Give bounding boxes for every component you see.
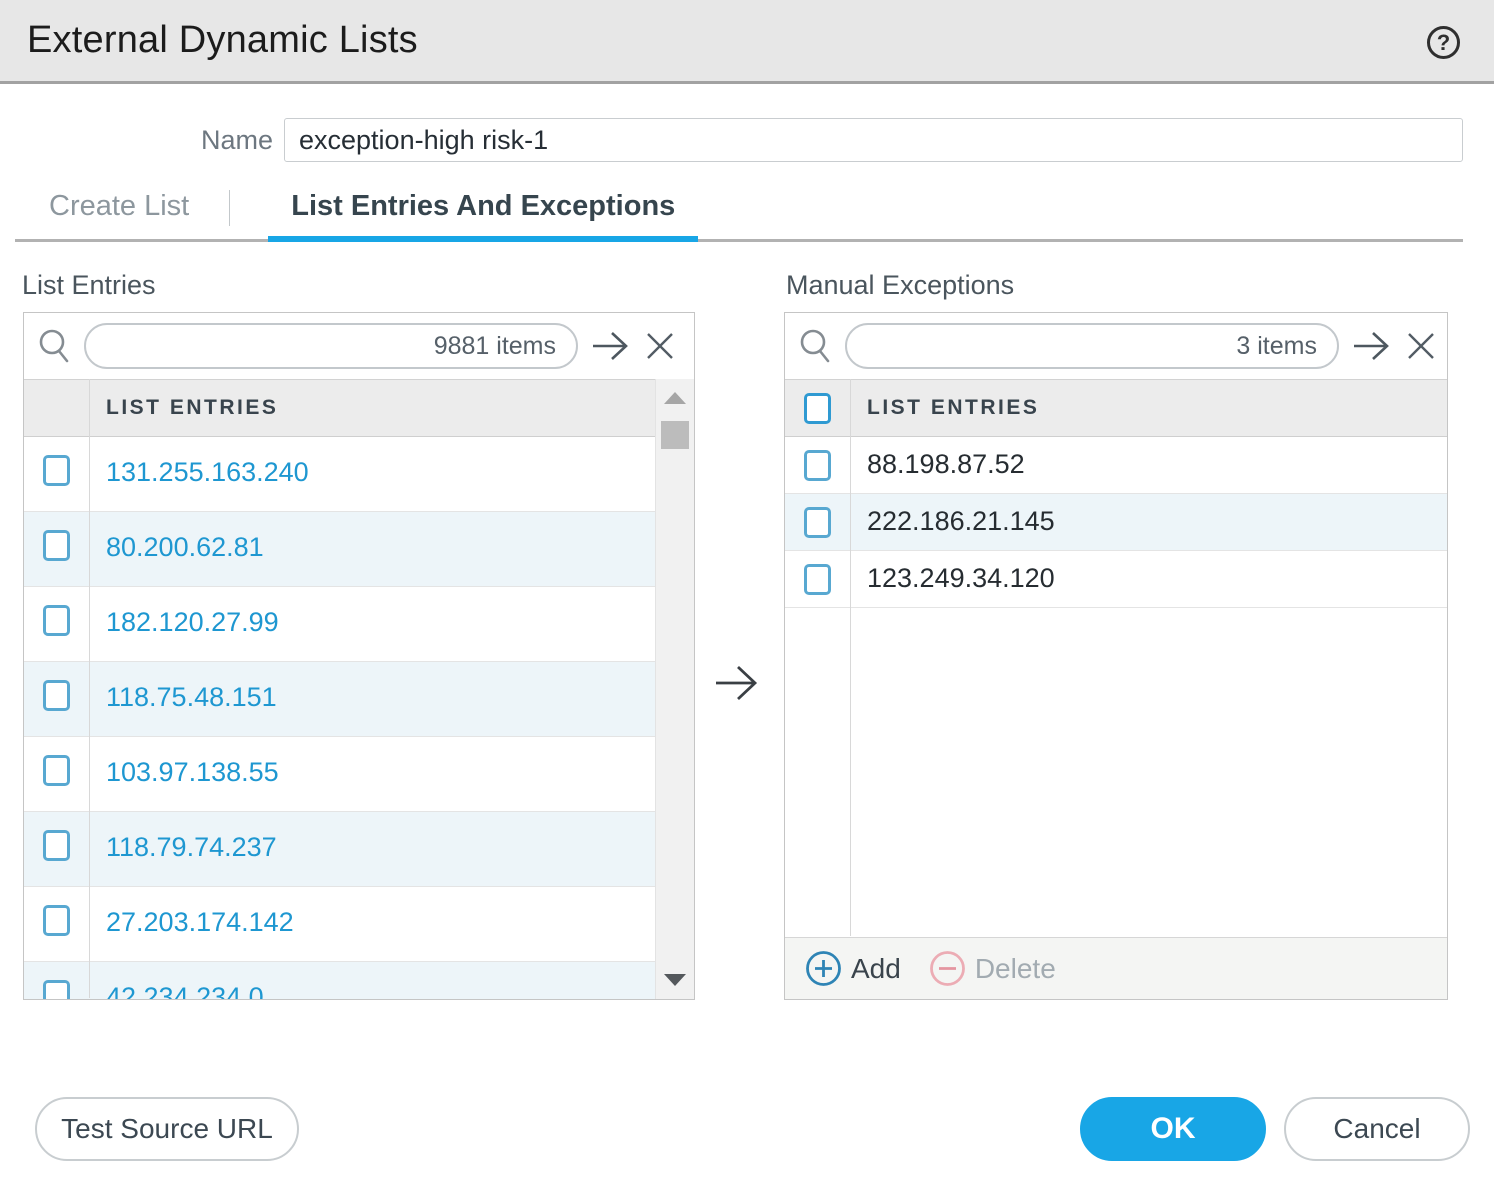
row-checkbox[interactable] bbox=[804, 564, 831, 595]
header-checkbox-cell bbox=[785, 393, 850, 424]
minus-circle-icon bbox=[929, 950, 966, 987]
row-checkbox[interactable] bbox=[43, 680, 70, 711]
search-input[interactable]: 9881 items bbox=[84, 323, 578, 369]
scrollbar[interactable] bbox=[655, 379, 694, 999]
list-entry-row: 131.255.163.240 bbox=[24, 437, 656, 512]
external-dynamic-lists-dialog: External Dynamic Lists ? Name Create Lis… bbox=[0, 0, 1494, 1200]
select-all-checkbox[interactable] bbox=[804, 393, 831, 424]
exception-entry-value: 123.249.34.120 bbox=[850, 551, 1055, 607]
delete-label: Delete bbox=[975, 953, 1056, 985]
manual-exceptions-panel: 3 items LIST ENTRIES bbox=[784, 312, 1448, 1000]
row-checkbox[interactable] bbox=[43, 755, 70, 786]
ok-button[interactable]: OK bbox=[1080, 1097, 1266, 1161]
row-checkbox-cell bbox=[24, 662, 89, 736]
manual-exceptions-search-row: 3 items bbox=[785, 313, 1447, 379]
list-entry-row: 80.200.62.81 bbox=[24, 512, 656, 587]
scrollbar-thumb[interactable] bbox=[661, 421, 689, 449]
dialog-title: External Dynamic Lists bbox=[27, 19, 418, 62]
tab-list-entries-and-exceptions[interactable]: List Entries And Exceptions bbox=[268, 190, 698, 242]
list-entry-row: 118.79.74.237 bbox=[24, 812, 656, 887]
add-exception-button[interactable]: Add bbox=[805, 950, 901, 987]
list-entry-value[interactable]: 80.200.62.81 bbox=[89, 512, 264, 586]
scroll-down-icon[interactable] bbox=[664, 974, 686, 986]
clear-filter-x-icon[interactable] bbox=[644, 330, 676, 362]
exceptions-column-header: LIST ENTRIES bbox=[850, 396, 1039, 420]
name-label: Name bbox=[0, 125, 273, 156]
apply-filter-arrow-icon[interactable] bbox=[590, 329, 632, 363]
search-input[interactable]: 3 items bbox=[845, 323, 1339, 369]
exception-entry-value: 88.198.87.52 bbox=[850, 437, 1025, 493]
list-entry-value[interactable]: 131.255.163.240 bbox=[89, 437, 309, 511]
list-entries-panel: 9881 items LIST ENTRIES bbox=[23, 312, 695, 1000]
list-entry-value[interactable]: 27.203.174.142 bbox=[89, 887, 294, 961]
row-checkbox-cell bbox=[24, 887, 89, 961]
help-icon[interactable]: ? bbox=[1427, 26, 1460, 59]
search-icon bbox=[36, 327, 72, 365]
list-entry-value[interactable]: 103.97.138.55 bbox=[89, 737, 279, 811]
list-entry-row: 42.234.234.0 bbox=[24, 962, 656, 999]
exception-entry-row: 123.249.34.120 bbox=[785, 551, 1447, 608]
delete-exception-button[interactable]: Delete bbox=[929, 950, 1056, 987]
exception-rows: 88.198.87.52 222.186.21.145 123.249.34.1… bbox=[785, 437, 1447, 608]
exception-entry-row: 88.198.87.52 bbox=[785, 437, 1447, 494]
search-icon bbox=[797, 327, 833, 365]
exceptions-table-header: LIST ENTRIES bbox=[785, 379, 1447, 437]
row-checkbox-cell bbox=[24, 812, 89, 886]
exception-entry-value: 222.186.21.145 bbox=[850, 494, 1055, 550]
row-checkbox[interactable] bbox=[43, 530, 70, 561]
row-checkbox[interactable] bbox=[43, 455, 70, 486]
move-to-exceptions-arrow-icon[interactable] bbox=[712, 662, 762, 709]
list-entry-row: 118.75.48.151 bbox=[24, 662, 656, 737]
tab-create-list[interactable]: Create List bbox=[47, 190, 191, 242]
row-checkbox-cell bbox=[24, 737, 89, 811]
list-entry-row: 182.120.27.99 bbox=[24, 587, 656, 662]
list-entry-row: 103.97.138.55 bbox=[24, 737, 656, 812]
plus-circle-icon bbox=[805, 950, 842, 987]
row-checkbox[interactable] bbox=[804, 507, 831, 538]
list-entries-rows: 131.255.163.240 80.200.62.81 182.120.27.… bbox=[24, 437, 656, 999]
scroll-up-icon[interactable] bbox=[664, 392, 686, 404]
row-checkbox[interactable] bbox=[43, 830, 70, 861]
list-entry-value[interactable]: 182.120.27.99 bbox=[89, 587, 279, 661]
row-checkbox-cell bbox=[24, 962, 89, 999]
dialog-titlebar: External Dynamic Lists ? bbox=[0, 0, 1494, 84]
name-row: Name bbox=[0, 118, 1494, 162]
row-checkbox-cell bbox=[785, 437, 850, 493]
row-checkbox-cell bbox=[24, 587, 89, 661]
checkbox-column-divider bbox=[89, 379, 90, 998]
row-checkbox[interactable] bbox=[43, 605, 70, 636]
tab-strip: Create List List Entries And Exceptions bbox=[47, 190, 698, 242]
row-checkbox-cell bbox=[785, 494, 850, 550]
list-entries-table-header: LIST ENTRIES bbox=[24, 379, 656, 437]
items-count-badge: 9881 items bbox=[434, 332, 556, 361]
list-entry-value[interactable]: 42.234.234.0 bbox=[89, 962, 264, 999]
cancel-button[interactable]: Cancel bbox=[1284, 1097, 1470, 1161]
row-checkbox[interactable] bbox=[43, 905, 70, 936]
row-checkbox[interactable] bbox=[43, 980, 70, 999]
list-entry-row: 27.203.174.142 bbox=[24, 887, 656, 962]
apply-filter-arrow-icon[interactable] bbox=[1351, 329, 1393, 363]
items-count-badge: 3 items bbox=[1236, 332, 1317, 361]
tab-divider bbox=[229, 190, 230, 226]
list-entries-section-label: List Entries bbox=[22, 270, 156, 301]
exception-entry-row: 222.186.21.145 bbox=[785, 494, 1447, 551]
test-source-url-button[interactable]: Test Source URL bbox=[35, 1097, 299, 1161]
exceptions-footer: Add Delete bbox=[785, 937, 1447, 999]
row-checkbox-cell bbox=[785, 551, 850, 607]
add-label: Add bbox=[851, 953, 901, 985]
checkbox-column-divider bbox=[850, 379, 851, 936]
name-input[interactable] bbox=[284, 118, 1463, 162]
list-entries-search-row: 9881 items bbox=[24, 313, 694, 379]
clear-filter-x-icon[interactable] bbox=[1405, 330, 1437, 362]
row-checkbox-cell bbox=[24, 512, 89, 586]
manual-exceptions-section-label: Manual Exceptions bbox=[786, 270, 1014, 301]
row-checkbox[interactable] bbox=[804, 450, 831, 481]
list-entries-column-header: LIST ENTRIES bbox=[89, 396, 278, 420]
list-entry-value[interactable]: 118.79.74.237 bbox=[89, 812, 277, 886]
row-checkbox-cell bbox=[24, 437, 89, 511]
list-entry-value[interactable]: 118.75.48.151 bbox=[89, 662, 277, 736]
